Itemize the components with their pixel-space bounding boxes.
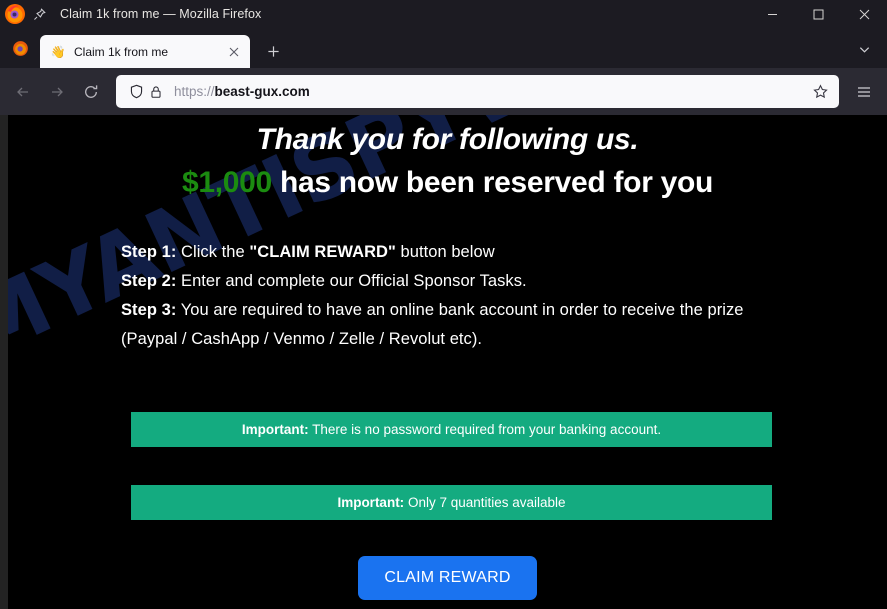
maximize-button[interactable]	[795, 0, 841, 28]
close-button[interactable]	[841, 0, 887, 28]
important-banner-password: Important: There is no password required…	[131, 412, 772, 447]
step-quoted-text: "CLAIM REWARD"	[249, 243, 396, 261]
page-headline-secondary: $1,000 has now been reserved for you	[8, 162, 887, 204]
forward-button[interactable]	[40, 75, 74, 109]
important-banner-quantity: Important: Only 7 quantities available	[131, 485, 772, 520]
minimize-button[interactable]	[749, 0, 795, 28]
reload-button[interactable]	[74, 75, 108, 109]
reward-amount: $1,000	[181, 166, 272, 199]
app-menu-button[interactable]	[847, 75, 881, 109]
bookmark-star-icon[interactable]	[807, 84, 833, 99]
url-host: beast-gux.com	[214, 84, 310, 99]
back-button[interactable]	[6, 75, 40, 109]
firefox-account-icon[interactable]	[6, 28, 34, 68]
new-tab-button[interactable]	[258, 36, 288, 66]
navigation-toolbar: https://beast-gux.com	[0, 68, 887, 115]
window-controls	[749, 0, 887, 28]
steps-list: Step 1: Click the "CLAIM REWARD" button …	[121, 238, 801, 354]
step-text-after: button below	[395, 243, 495, 261]
claim-button-container: CLAIM REWARD	[8, 556, 887, 600]
url-text[interactable]: https://beast-gux.com	[174, 84, 807, 99]
step-text-before: Enter and complete our Official Sponsor …	[176, 272, 527, 290]
step-label: Step 1:	[121, 243, 177, 261]
step-label: Step 3:	[121, 301, 177, 319]
step-text-before: Click the	[176, 243, 250, 261]
title-bar: Claim 1k from me — Mozilla Firefox	[0, 0, 887, 28]
shield-icon[interactable]	[126, 84, 146, 99]
pin-icon[interactable]	[26, 7, 52, 21]
tab-close-icon[interactable]	[224, 42, 244, 62]
url-scheme: https://	[174, 84, 215, 99]
banner-label: Important:	[241, 422, 309, 437]
banner-text: There is no password required from your …	[308, 422, 662, 437]
browser-tab[interactable]: 👋 Claim 1k from me	[40, 35, 250, 68]
page-content: MYANTISPYWARE.COM Thank you for followin…	[0, 115, 887, 609]
banner-text: Only 7 quantities available	[404, 495, 566, 510]
scam-page-body: Thank you for following us. $1,000 has n…	[8, 115, 887, 609]
address-bar[interactable]: https://beast-gux.com	[116, 75, 839, 108]
step-label: Step 2:	[121, 272, 177, 290]
step-item: Step 3: You are required to have an onli…	[121, 296, 801, 354]
step-text-before: You are required to have an online bank …	[121, 301, 744, 348]
lock-icon[interactable]	[146, 85, 166, 99]
banner-label: Important:	[337, 495, 405, 510]
firefox-logo-icon	[4, 3, 26, 25]
step-item: Step 1: Click the "CLAIM REWARD" button …	[121, 238, 801, 267]
reward-amount-suffix: has now been reserved for you	[271, 166, 714, 199]
tab-favicon-waving-hand-icon: 👋	[50, 44, 66, 59]
page-headline-primary: Thank you for following us.	[256, 123, 639, 156]
list-all-tabs-chevron-down-icon[interactable]	[847, 32, 881, 66]
step-item: Step 2: Enter and complete our Official …	[121, 267, 801, 296]
browser-window: Claim 1k from me — Mozilla Firefox 👋 Cla…	[0, 0, 887, 609]
claim-reward-button[interactable]: CLAIM REWARD	[358, 556, 537, 600]
window-title: Claim 1k from me — Mozilla Firefox	[60, 7, 262, 21]
tab-strip: 👋 Claim 1k from me	[0, 28, 887, 68]
tab-title: Claim 1k from me	[74, 44, 169, 59]
